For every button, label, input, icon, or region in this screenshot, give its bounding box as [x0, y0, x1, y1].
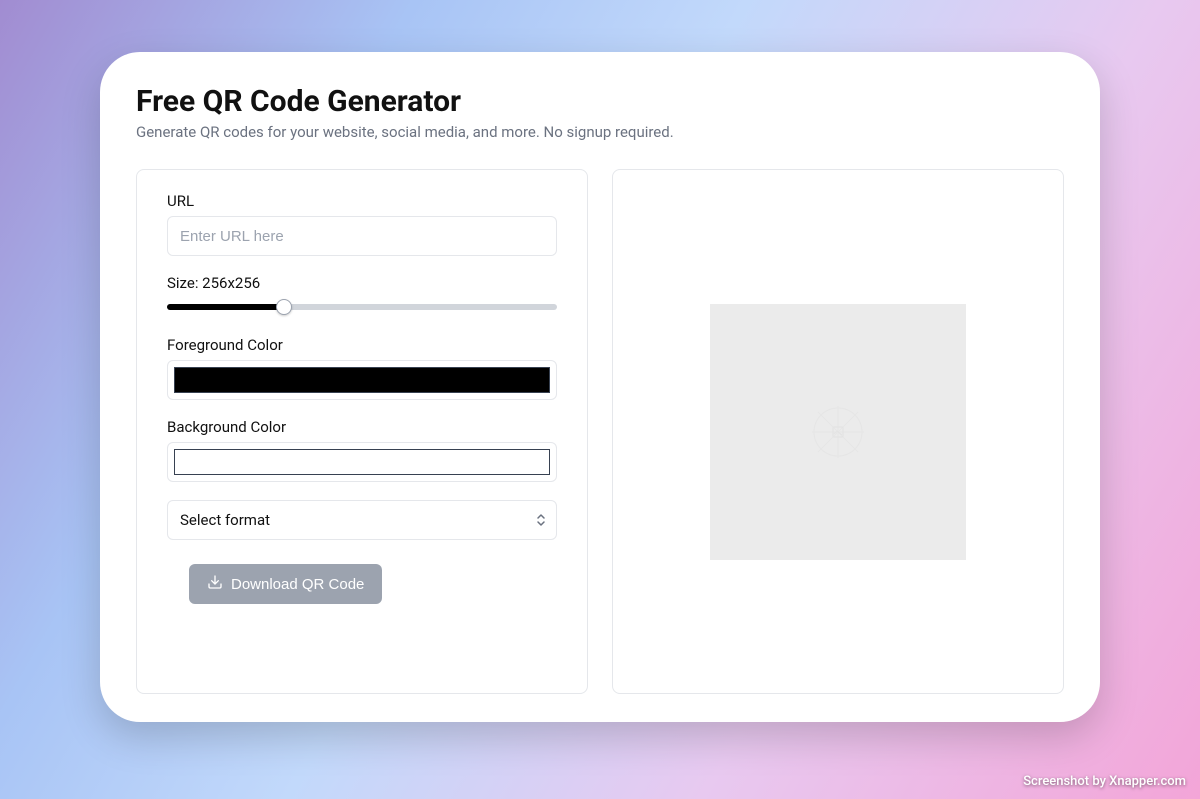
panels-row: URL Size: 256x256 Foreground Color — [136, 169, 1064, 694]
slider-fill — [167, 304, 284, 310]
watermark-text: Screenshot by Xnapper.com — [1023, 774, 1186, 789]
size-slider[interactable] — [167, 296, 557, 318]
fg-color-input[interactable] — [167, 360, 557, 400]
download-icon — [207, 574, 223, 594]
preview-panel — [612, 169, 1064, 694]
app-window: Free QR Code Generator Generate QR codes… — [100, 52, 1100, 722]
fg-color-group: Foreground Color — [167, 336, 557, 400]
url-label: URL — [167, 192, 557, 210]
fg-color-label: Foreground Color — [167, 336, 557, 354]
image-placeholder-icon — [808, 402, 868, 462]
size-label: Size: 256x256 — [167, 274, 557, 292]
format-select[interactable]: Select format — [167, 500, 557, 540]
fg-color-swatch — [174, 367, 550, 393]
format-select-group: Select format — [167, 500, 557, 540]
url-field-group: URL — [167, 192, 557, 256]
download-button-label: Download QR Code — [231, 576, 364, 593]
format-select-value: Select format — [180, 511, 270, 529]
bg-color-label: Background Color — [167, 418, 557, 436]
download-button[interactable]: Download QR Code — [189, 564, 382, 604]
slider-thumb[interactable] — [276, 299, 292, 315]
size-field-group: Size: 256x256 — [167, 274, 557, 318]
form-panel: URL Size: 256x256 Foreground Color — [136, 169, 588, 694]
bg-color-swatch — [174, 449, 550, 475]
bg-color-input[interactable] — [167, 442, 557, 482]
page-title: Free QR Code Generator — [136, 84, 1064, 119]
qr-preview-placeholder — [710, 304, 966, 560]
url-input[interactable] — [167, 216, 557, 256]
bg-color-group: Background Color — [167, 418, 557, 482]
chevron-up-down-icon — [536, 512, 546, 528]
slider-track — [167, 304, 557, 310]
page-subtitle: Generate QR codes for your website, soci… — [136, 123, 1064, 141]
